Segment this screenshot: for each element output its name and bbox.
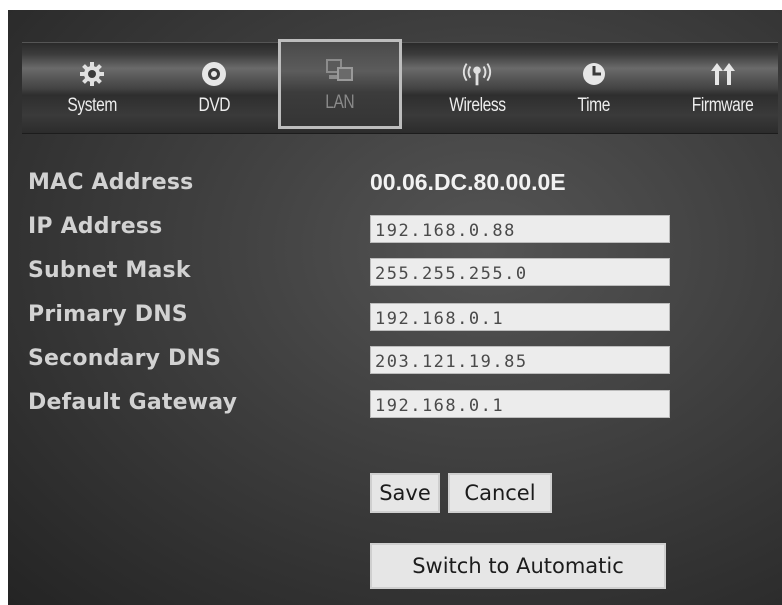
tab-wireless-label: Wireless — [448, 95, 506, 116]
tab-lan[interactable]: LAN — [278, 39, 402, 129]
disc-icon — [198, 59, 230, 89]
tab-time[interactable]: Time — [552, 43, 636, 133]
default-gateway-label: Default Gateway — [28, 390, 238, 415]
cancel-button[interactable]: Cancel — [448, 473, 552, 513]
primary-dns-field[interactable] — [370, 303, 670, 331]
ip-address-label: IP Address — [28, 214, 163, 239]
primary-dns-label: Primary DNS — [28, 302, 188, 327]
secondary-dns-field[interactable] — [370, 346, 670, 374]
mac-address-label: MAC Address — [28, 170, 194, 195]
tab-system-label: System — [67, 95, 117, 116]
tab-firmware[interactable]: Firmware — [668, 43, 778, 133]
tab-dvd[interactable]: DVD — [172, 43, 256, 133]
tab-time-label: Time — [577, 95, 611, 116]
subnet-mask-label: Subnet Mask — [28, 258, 191, 283]
tab-dvd-label: DVD — [198, 95, 230, 116]
tab-lan-label: LAN — [325, 92, 355, 113]
mac-address-value: 00.06.DC.80.00.0E — [370, 169, 566, 195]
default-gateway-field[interactable] — [370, 390, 670, 418]
ip-address-field[interactable] — [370, 215, 670, 243]
gear-icon — [76, 59, 108, 89]
save-button[interactable]: Save — [370, 473, 440, 513]
settings-screen: System DVD LAN Wireless Time Firmware MA… — [8, 10, 782, 605]
lan-computers-icon — [324, 56, 356, 86]
secondary-dns-label: Secondary DNS — [28, 346, 222, 371]
wireless-antenna-icon — [461, 59, 493, 89]
tab-system[interactable]: System — [50, 43, 134, 133]
settings-tab-bar: System DVD LAN Wireless Time Firmware — [22, 39, 778, 134]
clock-icon — [578, 59, 610, 89]
tab-firmware-label: Firmware — [692, 95, 754, 116]
tab-wireless[interactable]: Wireless — [422, 43, 532, 133]
upgrade-arrows-icon — [707, 59, 739, 89]
switch-to-automatic-button[interactable]: Switch to Automatic — [370, 543, 666, 589]
subnet-mask-field[interactable] — [370, 258, 670, 286]
